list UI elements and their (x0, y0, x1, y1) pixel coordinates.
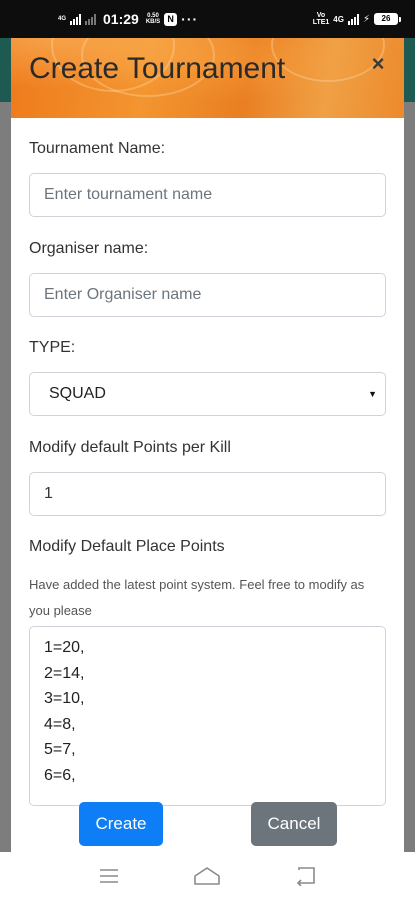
type-label: TYPE: (29, 339, 76, 356)
signal-icon (70, 13, 82, 25)
modal-title: Create Tournament (29, 52, 286, 85)
battery-tip (399, 16, 401, 22)
notification-icon: N (164, 12, 178, 26)
place-point-line: 6=6, (44, 766, 76, 784)
modal-header: Create Tournament × (11, 38, 404, 118)
status-bar: 4G 01:29 0.50 KB/S N ··· Vo LTE1 4G ⚡ 26 (0, 0, 415, 38)
place-point-line: 3=10, (44, 690, 85, 707)
modal-body: Tournament Name: Organiser name: TYPE: S… (11, 118, 404, 852)
place-points-textarea[interactable]: 1=20, 2=14, 3=10, 4=8, 5=7, 6=6, (29, 626, 386, 806)
cancel-button[interactable]: Cancel (251, 802, 337, 846)
type-select-value: SQUAD (49, 385, 106, 402)
chevron-down-icon: ▼ (368, 389, 377, 399)
signal-secondary-icon (85, 13, 97, 25)
place-point-line: 1=20, (44, 639, 85, 656)
status-right: Vo LTE1 4G ⚡ 26 (313, 12, 401, 26)
kill-points-input[interactable] (29, 472, 386, 516)
close-icon[interactable]: × (366, 52, 390, 76)
charging-icon: ⚡ (362, 13, 370, 25)
network-type-right: 4G (333, 14, 344, 24)
cell-signal-icon (347, 13, 359, 25)
place-point-line: 2=14, (44, 664, 85, 682)
place-point-line: 5=7, (44, 741, 76, 758)
system-nav-bar (0, 852, 415, 900)
place-point-line: 4=8, (44, 715, 76, 733)
network-speed-unit: KB/S (145, 19, 161, 25)
place-points-label: Modify Default Place Points (29, 538, 225, 555)
type-select[interactable]: SQUAD ▼ (29, 372, 386, 416)
organiser-name-label: Organiser name: (29, 240, 149, 257)
back-icon[interactable] (286, 856, 326, 896)
create-tournament-modal: Create Tournament × Tournament Name: Org… (11, 38, 404, 852)
organiser-name-input[interactable] (29, 273, 386, 317)
battery-level: 26 (374, 13, 398, 25)
volte-bottom: LTE1 (312, 19, 330, 26)
volte-top: Vo (316, 12, 326, 19)
tournament-name-input[interactable] (29, 173, 386, 217)
menu-icon[interactable] (89, 856, 129, 896)
place-points-help-text: Have added the latest point system. Feel… (29, 577, 365, 618)
status-time: 01:29 (103, 11, 139, 27)
network-type-left: 4G (58, 16, 67, 22)
volte-icon: Vo LTE1 (313, 12, 330, 26)
tournament-name-label: Tournament Name: (29, 140, 166, 157)
kill-points-label: Modify default Points per Kill (29, 439, 231, 456)
create-button[interactable]: Create (79, 802, 163, 846)
home-icon[interactable] (187, 856, 227, 896)
status-left: 4G 01:29 0.50 KB/S N ··· (58, 11, 198, 27)
network-speed: 0.50 KB/S (146, 13, 160, 25)
more-notifications-icon: ··· (181, 11, 199, 27)
battery-icon: 26 (374, 13, 401, 25)
